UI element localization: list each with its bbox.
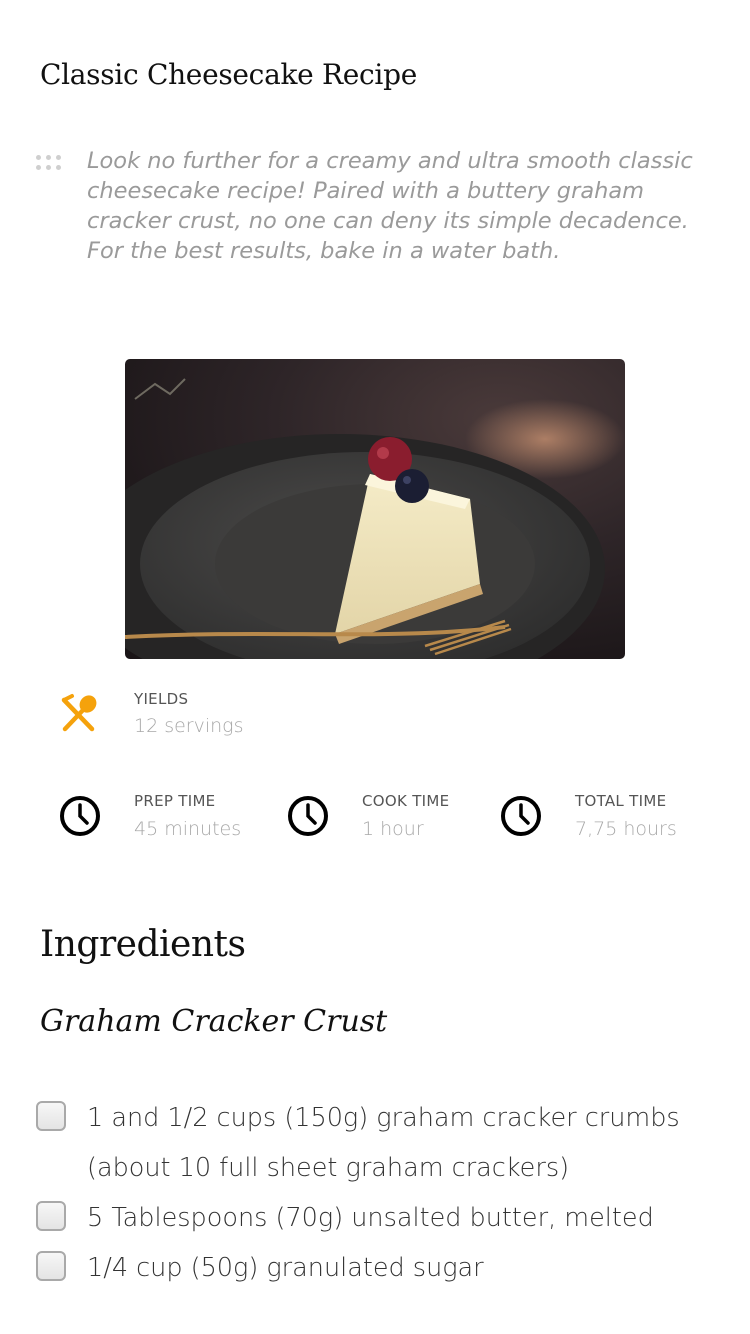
prep-time-value: 45 minutes	[134, 818, 242, 840]
ingredient-text: 1 and 1/2 cups (150g) graham cracker cru…	[87, 1103, 680, 1183]
clock-icon	[60, 796, 100, 836]
fork-spoon-icon	[61, 694, 97, 732]
cook-time-label: COOK TIME	[362, 792, 450, 810]
ingredient-list: 1 and 1/2 cups (150g) graham cracker cru…	[36, 1093, 736, 1293]
ingredients-heading: Ingredients	[40, 924, 246, 965]
ingredient-item[interactable]: 1/4 cup (50g) granulated sugar	[36, 1243, 736, 1293]
yields-value: 12 servings	[134, 715, 244, 737]
ingredient-group-heading: Graham Cracker Crust	[40, 1004, 388, 1039]
ingredient-checkbox[interactable]	[36, 1201, 66, 1231]
ingredient-text: 1/4 cup (50g) granulated sugar	[87, 1253, 484, 1283]
total-time-label: TOTAL TIME	[575, 792, 667, 810]
recipe-description: Look no further for a creamy and ultra s…	[87, 148, 693, 264]
ingredient-item[interactable]: 1 and 1/2 cups (150g) graham cracker cru…	[36, 1093, 736, 1193]
ingredient-item[interactable]: 5 Tablespoons (70g) unsalted butter, mel…	[36, 1193, 736, 1243]
ingredient-text: 5 Tablespoons (70g) unsalted butter, mel…	[87, 1203, 654, 1233]
ingredient-checkbox[interactable]	[36, 1101, 66, 1131]
ingredient-checkbox[interactable]	[36, 1251, 66, 1281]
prep-time-label: PREP TIME	[134, 792, 216, 810]
cheesecake-image	[125, 359, 625, 659]
cook-time-value: 1 hour	[362, 818, 424, 840]
clock-icon	[501, 796, 541, 836]
yields-label: YIELDS	[134, 690, 189, 708]
total-time-value: 7,75 hours	[575, 818, 677, 840]
drag-handle-icon[interactable]	[34, 154, 64, 172]
recipe-title: Classic Cheesecake Recipe	[40, 58, 417, 91]
recipe-photo	[125, 359, 625, 659]
clock-icon	[288, 796, 328, 836]
